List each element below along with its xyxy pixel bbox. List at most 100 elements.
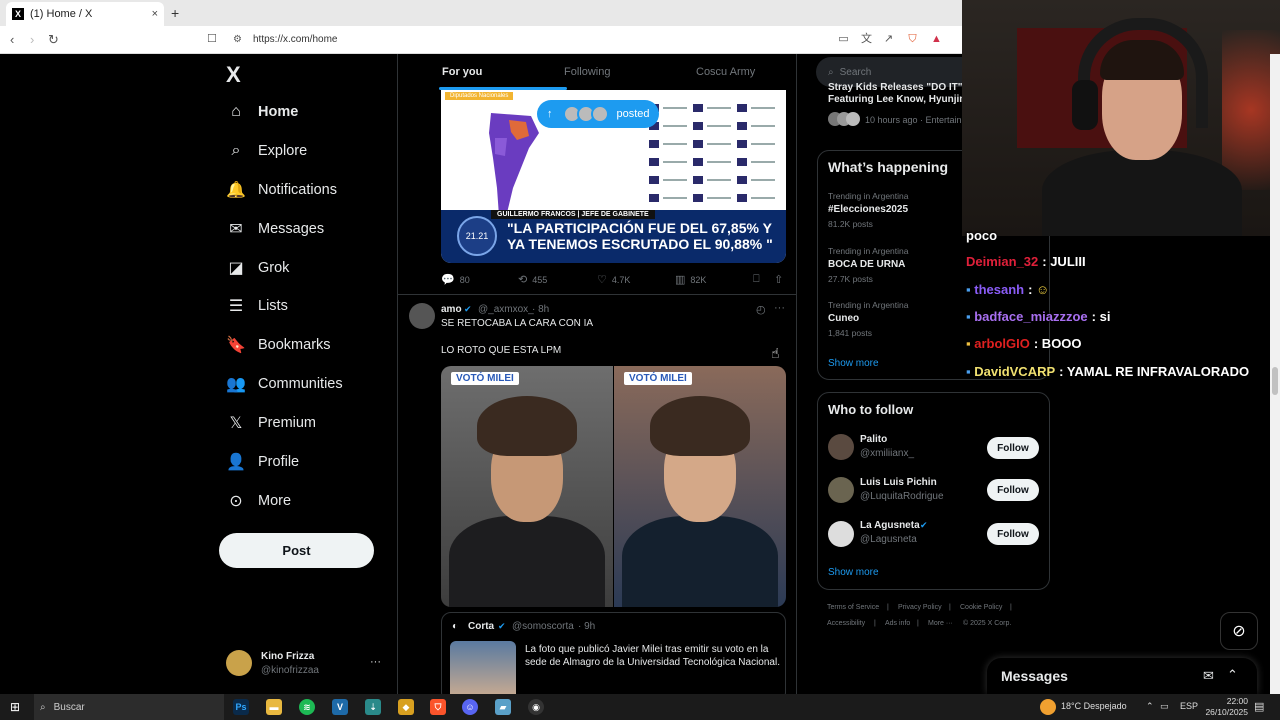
tab-following[interactable]: Following [564, 66, 610, 78]
share-button[interactable]: ⇧ [774, 273, 788, 286]
like-button[interactable]: ♡ 4.7K [597, 273, 630, 286]
photoshop-icon[interactable]: Ps [233, 699, 249, 715]
tray-chevron-icon[interactable]: ⌃ [1146, 701, 1154, 712]
footer-link[interactable]: Privacy Policy [898, 604, 942, 611]
show-more-link[interactable]: Show more [828, 567, 879, 578]
avatar[interactable] [226, 650, 252, 676]
forward-arrow-icon[interactable]: › [30, 32, 34, 47]
footer-link[interactable]: Accessibility [827, 620, 865, 627]
avatar[interactable] [828, 477, 854, 503]
bookmark-page-icon[interactable]: ☐ [207, 32, 217, 45]
nav-item-lists[interactable]: ☰ Lists [226, 293, 288, 319]
follow-button[interactable]: Follow [987, 437, 1039, 459]
app-icon[interactable]: ▰ [495, 699, 511, 715]
nav-item-premium[interactable]: 𝕏 Premium [226, 410, 316, 436]
views-button[interactable]: ▥ 82K [675, 273, 706, 286]
chat-text: : BOOO [1033, 336, 1082, 351]
nav-item-notifications[interactable]: 🔔 Notifications [226, 177, 337, 203]
avatar[interactable] [828, 434, 854, 460]
nav-item-grok[interactable]: ◪ Grok [226, 255, 289, 281]
follow-name[interactable]: La Agusneta [860, 520, 920, 531]
nav-item-bookmarks[interactable]: 🔖 Bookmarks [226, 332, 331, 358]
follow-name[interactable]: Luis Luis Pichin [860, 477, 937, 488]
clock-time: 22:00 [1226, 696, 1248, 706]
follow-button[interactable]: Follow [987, 479, 1039, 501]
tweet-author-handle[interactable]: @_axmxox_ [478, 304, 534, 315]
cast-icon[interactable]: ▭ [837, 33, 850, 46]
repost-button[interactable]: ⟲ 455 [518, 273, 547, 286]
new-tab-button[interactable]: + [171, 5, 179, 21]
timeline: For you Following Coscu Army ↑ posted Di… [397, 54, 797, 694]
nav-item-messages[interactable]: ✉ Messages [226, 216, 324, 242]
obs-icon[interactable]: ◉ [528, 699, 544, 715]
footer-link[interactable]: Cookie Policy [960, 604, 1002, 611]
app-icon[interactable]: ◆ [398, 699, 414, 715]
follow-button[interactable]: Follow [987, 523, 1039, 545]
brave-shield-icon[interactable]: ⛉ [906, 33, 919, 46]
footer-link[interactable]: More ··· [928, 620, 953, 627]
expand-drawer-icon[interactable]: ⌃ [1227, 667, 1238, 683]
brave-browser-icon[interactable]: ⛉ [430, 699, 446, 715]
clock[interactable]: 22:00 26/10/2025 [1204, 696, 1248, 718]
messages-drawer[interactable]: Messages ✉ ⌃ [987, 658, 1257, 694]
follow-name[interactable]: Palito [860, 434, 887, 445]
discord-icon[interactable]: ☺ [462, 699, 478, 715]
nav-item-home[interactable]: ⌂ Home [226, 99, 298, 125]
taskbar-search[interactable]: ⌕ Buscar [34, 694, 224, 720]
scrollbar-thumb[interactable] [1272, 367, 1278, 395]
share-icon[interactable]: ↗ [882, 33, 895, 46]
trend-name[interactable]: #Elecciones2025 [828, 204, 908, 215]
notification-center-icon[interactable]: ▤ [1254, 700, 1264, 713]
tweet-photo-left[interactable]: VOTÓ MILEI [441, 366, 613, 607]
app-icon[interactable]: ⇣ [365, 699, 381, 715]
url-field[interactable]: https://x.com/home [253, 34, 337, 45]
footer-separator: | [887, 604, 889, 611]
weather-text[interactable]: 18°C Despejado [1061, 701, 1127, 711]
windows-start-icon[interactable]: ⊞ [10, 700, 20, 714]
account-name[interactable]: Kino Frizza [261, 651, 314, 662]
browser-tab[interactable]: X (1) Home / X × [6, 2, 164, 26]
grok-button[interactable]: ⊘ [1220, 612, 1258, 650]
tab-coscu-army[interactable]: Coscu Army [696, 66, 755, 78]
post-button[interactable]: Post [219, 533, 374, 568]
v-app-icon[interactable]: V [332, 699, 348, 715]
footer-link[interactable]: © 2025 X Corp. [963, 620, 1011, 627]
language-indicator[interactable]: ESP [1180, 701, 1198, 711]
tweet-menu-icon[interactable]: ··· [774, 302, 785, 314]
tweet-author-name[interactable]: amo [441, 304, 462, 315]
trend-name[interactable]: BOCA DE URNA [828, 259, 905, 270]
grok-explain-icon[interactable]: ◴ [756, 303, 766, 316]
compose-message-icon[interactable]: ✉ [1203, 668, 1214, 684]
nav-item-explore[interactable]: ⌕ Explore [226, 138, 308, 164]
quote-tweet[interactable]: ◐ Corta ✔ @somoscorta · 9h La foto que p… [441, 612, 786, 694]
show-more-link[interactable]: Show more [828, 358, 879, 369]
nav-item-communities[interactable]: 👥 Communities [226, 371, 343, 397]
new-posts-pill[interactable]: ↑ posted [537, 100, 659, 128]
trend-posts: 1,841 posts [828, 328, 872, 338]
reload-icon[interactable]: ↻ [48, 32, 59, 48]
bookmark-button[interactable]: ⎕ [753, 273, 765, 286]
avatar[interactable] [828, 521, 854, 547]
nav-item-profile[interactable]: 👤 Profile [226, 449, 299, 475]
file-explorer-icon[interactable]: ▬ [266, 699, 282, 715]
tab-for-you[interactable]: For you [442, 66, 482, 78]
rewards-icon[interactable]: ▲ [930, 33, 943, 46]
like-count: 4.7K [611, 274, 631, 285]
site-info-icon[interactable]: ⚙ [233, 34, 242, 45]
spotify-icon[interactable]: ≋ [299, 699, 315, 715]
translate-icon[interactable]: 文 [860, 33, 873, 46]
back-arrow-icon[interactable]: ‹ [10, 32, 14, 47]
account-menu-icon[interactable]: ··· [370, 656, 381, 668]
close-tab-icon[interactable]: × [152, 8, 158, 20]
reply-button[interactable]: 💬 80 [441, 273, 470, 286]
trend-name[interactable]: Cuneo [828, 313, 859, 324]
news-item[interactable]: Stray Kids Releases "DO IT" Featuring Le… [828, 82, 965, 106]
nav-item-more[interactable]: ⊙ More [226, 488, 291, 514]
scrollbar[interactable] [1270, 54, 1280, 694]
footer-link[interactable]: Ads info [885, 620, 910, 627]
footer-link[interactable]: Terms of Service [827, 604, 879, 611]
x-logo-icon[interactable]: X [226, 62, 241, 88]
avatar[interactable] [409, 303, 435, 329]
network-icon[interactable]: ▭ [1160, 701, 1169, 712]
tweet-photo-right[interactable]: VOTÓ MILEI [614, 366, 786, 607]
